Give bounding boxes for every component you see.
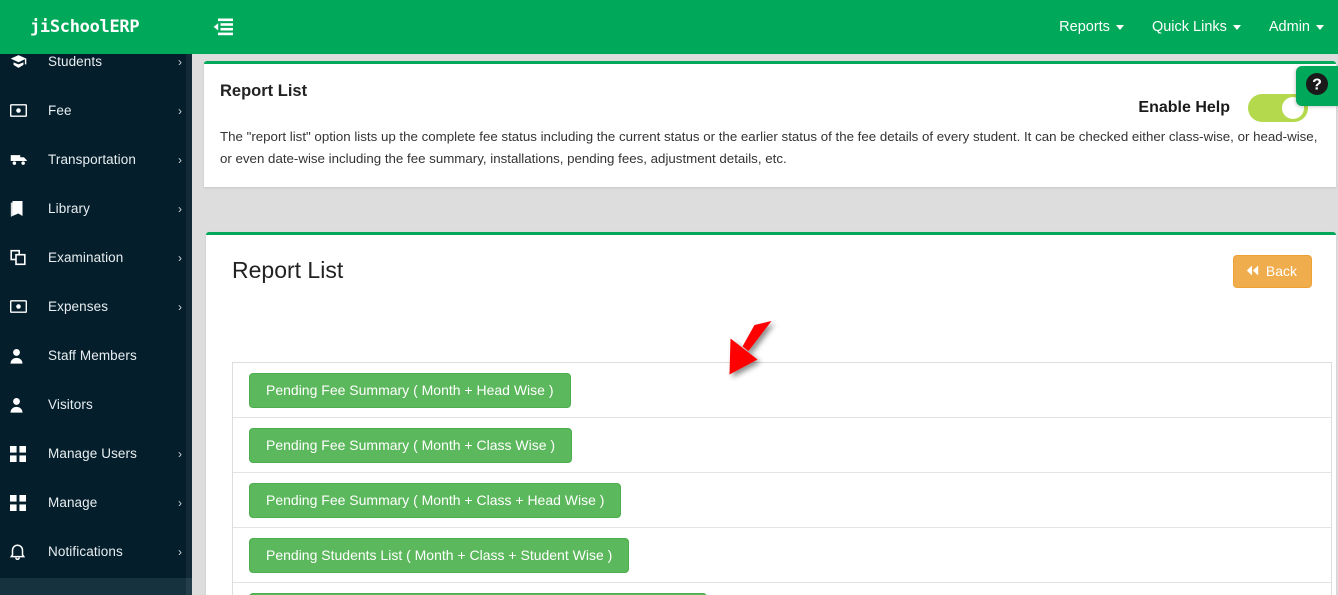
copy-pages-icon [10, 249, 48, 266]
sidebar-item-label: Expenses [48, 299, 109, 314]
sidebar-item-label: Students [48, 54, 103, 69]
book-icon [10, 200, 48, 217]
nav-item-reports[interactable]: Reports [1059, 19, 1124, 35]
report-list-container: Pending Fee Summary ( Month + Head Wise … [232, 362, 1332, 595]
nav-item-admin[interactable]: Admin [1269, 19, 1324, 35]
report-button-pending-fee-summary-month-head-wise[interactable]: Pending Fee Summary ( Month + Head Wise … [249, 372, 571, 408]
sidebar-item-fee[interactable]: Fee › [0, 86, 192, 135]
money-bill-icon [10, 300, 48, 313]
report-button-pending-fee-summary-month-class-wise[interactable]: Pending Fee Summary ( Month + Class Wise… [249, 427, 573, 463]
user-icon [10, 348, 48, 364]
enable-help-control: Enable Help [1138, 94, 1308, 122]
sidebar-item-manage-users[interactable]: Manage Users › [0, 429, 192, 478]
sidebar-item-staff-members[interactable]: Staff Members [0, 331, 192, 380]
report-list-card: Report List Back Pending Fee Summary ( M… [206, 232, 1336, 595]
page-title: Report List [232, 257, 344, 283]
list-item: Pending Students List ( Month + Fee Head… [233, 583, 1331, 595]
sidebar-item-label: Staff Members [48, 348, 137, 363]
list-item: Pending Fee Summary ( Month + Class Wise… [233, 418, 1331, 473]
back-button-label: Back [1265, 263, 1297, 279]
top-navigation: Reports Quick Links Admin [1059, 0, 1324, 54]
report-button-pending-fee-summary-month-class-head-wise[interactable]: Pending Fee Summary ( Month + Class + He… [249, 482, 622, 518]
sidebar-item-manage[interactable]: Manage › [0, 478, 192, 527]
sidebar-item-label: Fee [48, 103, 72, 118]
sidebar-item-transportation[interactable]: Transportation › [0, 135, 192, 184]
sidebar-item-label: Manage [48, 495, 98, 510]
enable-help-label: Enable Help [1138, 99, 1230, 116]
sidebar-item-library[interactable]: Library › [0, 184, 192, 233]
sidebar-item-examination[interactable]: Examination › [0, 233, 192, 282]
back-button[interactable]: Back [1232, 255, 1312, 288]
sidebar-item-label: Visitors [48, 397, 93, 412]
sidebar-item-visitors[interactable]: Visitors [0, 380, 192, 429]
sidebar-item-label: Examination [48, 250, 124, 265]
chevron-down-icon [1232, 24, 1241, 30]
sidebar: Students › Fee › Transportation › Librar… [0, 0, 192, 595]
list-item: Pending Fee Summary ( Month + Head Wise … [233, 363, 1331, 418]
nav-item-quick-links[interactable]: Quick Links [1152, 19, 1241, 35]
graduation-cap-icon [10, 53, 48, 70]
nav-item-label: Reports [1059, 19, 1110, 35]
question-mark-circle-icon: ? [1305, 72, 1329, 101]
bell-icon [10, 543, 48, 560]
app-root: Students › Fee › Transportation › Librar… [0, 0, 1338, 595]
sidebar-scroll-area: Students › Fee › Transportation › Librar… [0, 0, 192, 578]
list-item: Pending Students List ( Month + Class + … [233, 528, 1331, 583]
report-button-pending-students-list-month-class-student-wise[interactable]: Pending Students List ( Month + Class + … [249, 537, 630, 573]
help-info-card: Report List The "report list" option lis… [204, 61, 1336, 187]
sidebar-item-notifications[interactable]: Notifications › [0, 527, 192, 576]
help-card-description: The "report list" option lists up the co… [220, 129, 1318, 166]
sidebar-footer [0, 578, 192, 595]
sidebar-item-expenses[interactable]: Expenses › [0, 282, 192, 331]
sidebar-item-label: Notifications [48, 544, 123, 559]
nav-item-label: Quick Links [1151, 19, 1227, 35]
help-launcher-button[interactable]: ? [1296, 66, 1338, 106]
nav-item-label: Admin [1268, 19, 1310, 35]
double-chevron-left-icon [1246, 263, 1259, 279]
help-card-title: Report List [220, 82, 308, 100]
sidebar-item-label: Library [48, 201, 90, 216]
main-content: Report List The "report list" option lis… [192, 54, 1338, 595]
sidebar-item-label: Manage Users [48, 446, 137, 461]
grid-squares-icon [10, 445, 48, 462]
indent-list-icon[interactable] [209, 13, 237, 41]
sidebar-item-label: Transportation [48, 152, 136, 167]
user-icon [10, 397, 48, 413]
money-bill-icon [10, 104, 48, 117]
bus-icon [10, 152, 48, 167]
svg-text:?: ? [1312, 76, 1322, 93]
list-item: Pending Fee Summary ( Month + Class + He… [233, 473, 1331, 528]
chevron-down-icon [1115, 24, 1124, 30]
grid-squares-icon [10, 494, 48, 511]
brand-logo[interactable]: jiSchoolERP [30, 0, 140, 54]
top-header-bar: jiSchoolERP Reports Quick Links Admin [0, 0, 1338, 54]
chevron-down-icon [1316, 24, 1324, 30]
